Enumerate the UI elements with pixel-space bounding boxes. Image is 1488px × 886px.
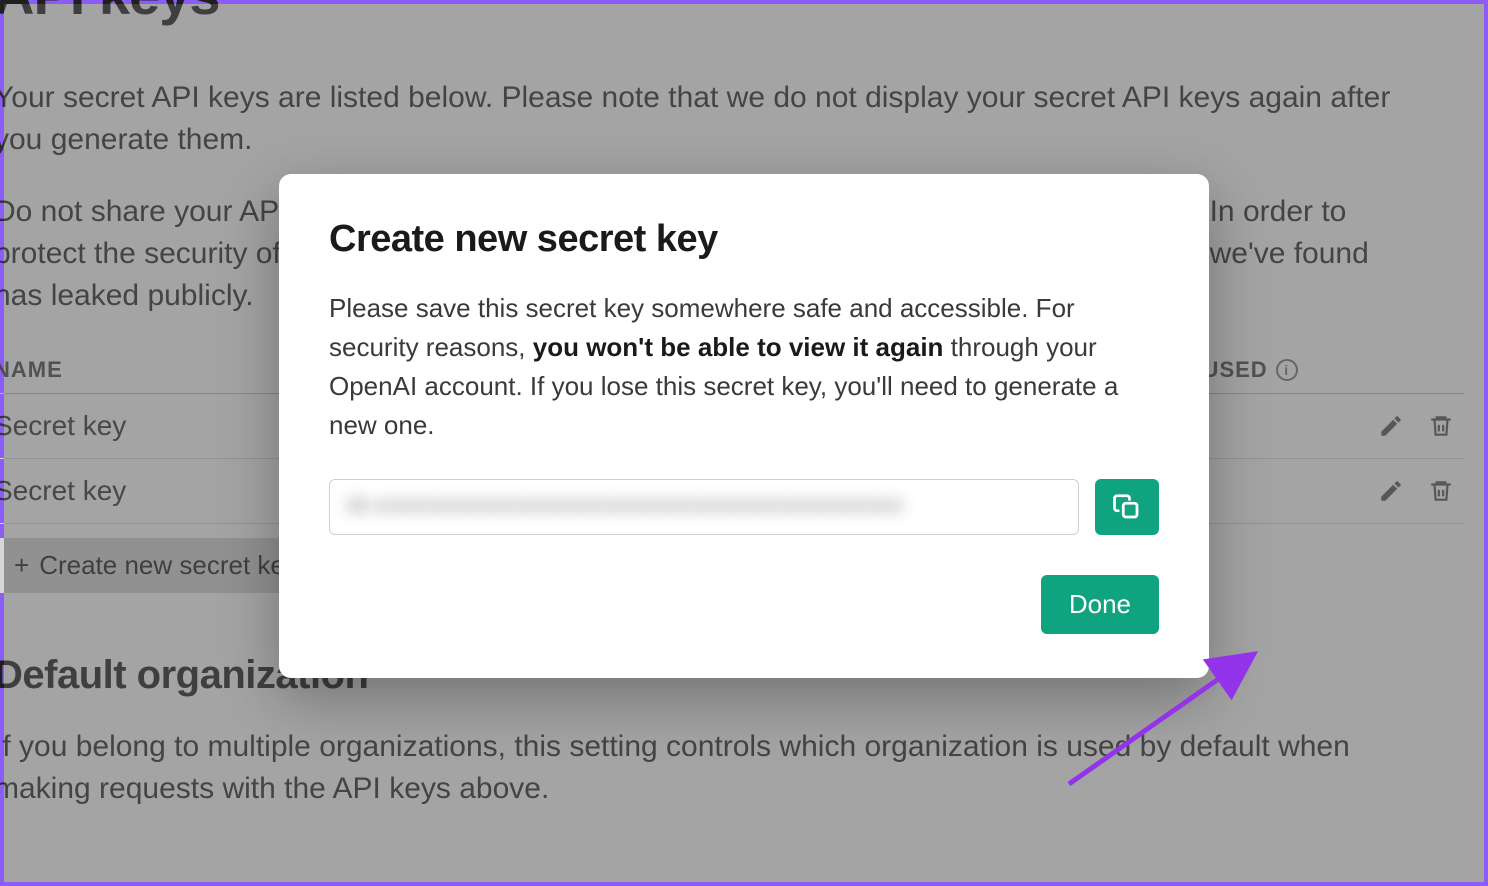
modal-footer: Done [329,575,1159,634]
annotation-arrow [1049,614,1299,814]
modal-title: Create new secret key [329,218,1159,261]
secret-key-field[interactable]: sk-xxxxxxxxxxxxxxxxxxxxxxxxxxxxxxxxxxxxx… [329,479,1079,535]
modal-overlay[interactable]: Create new secret key Please save this s… [4,4,1484,882]
secret-key-row: sk-xxxxxxxxxxxxxxxxxxxxxxxxxxxxxxxxxxxxx… [329,479,1159,535]
modal-body-bold: you won't be able to view it again [533,332,944,362]
copy-button[interactable] [1095,479,1159,535]
create-secret-key-modal: Create new secret key Please save this s… [279,174,1209,678]
modal-body-text: Please save this secret key somewhere sa… [329,289,1159,445]
done-button[interactable]: Done [1041,575,1159,634]
copy-icon [1112,492,1142,522]
